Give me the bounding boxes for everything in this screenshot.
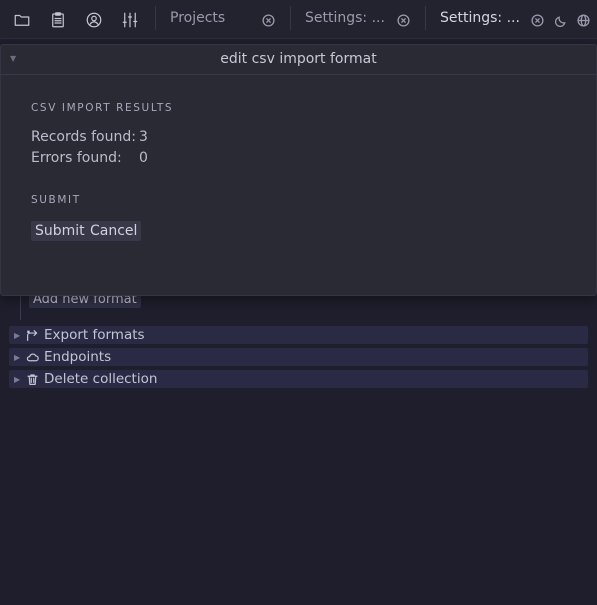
tab-projects-close-icon[interactable] [262,12,275,27]
toolbar-divider [155,6,156,30]
cloud-icon [26,350,40,364]
trash-icon [26,372,40,386]
globe-icon[interactable] [577,12,590,27]
modal-title: edit csv import format [220,51,377,67]
edit-csv-import-modal: ▼ edit csv import format CSV IMPORT RESU… [0,44,597,296]
clipboard-icon[interactable] [48,10,68,30]
section-delete-collection[interactable]: ▶ Delete collection [9,370,588,388]
folder-icon[interactable] [12,10,32,30]
submit-button[interactable]: Submit [31,221,89,241]
cancel-button[interactable]: Cancel [86,221,142,241]
close-circle-icon[interactable] [531,12,544,27]
tab-settings-1-close-icon[interactable] [397,12,410,27]
caret-right-icon: ▶ [14,330,21,340]
sliders-icon[interactable] [120,10,140,30]
section-label: Delete collection [44,371,158,387]
account-icon[interactable] [84,10,104,30]
csv-import-results-heading: CSV IMPORT RESULTS [31,102,174,114]
section-endpoints[interactable]: ▶ Endpoints [9,348,588,366]
modal-header[interactable]: ▼ edit csv import format [1,45,596,75]
records-found-label: Records found: [31,129,136,145]
tab-divider [425,6,426,30]
tab-settings-1[interactable]: Settings: ... [305,10,385,26]
tab-projects[interactable]: Projects [170,10,225,26]
submit-heading: SUBMIT [31,194,81,206]
section-label: Endpoints [44,349,112,365]
moon-icon[interactable] [554,12,568,28]
caret-right-icon: ▶ [14,352,21,362]
tab-divider [290,6,291,30]
errors-found-label: Errors found: [31,150,122,166]
top-toolbar: Projects Settings: ... Settings: ... [0,0,597,39]
tab-settings-2[interactable]: Settings: ... [440,10,520,26]
errors-found-value: 0 [139,150,148,166]
records-found-value: 3 [139,129,148,145]
caret-right-icon: ▶ [14,374,21,384]
section-export-formats[interactable]: ▶ Export formats [9,326,588,344]
section-label: Export formats [44,327,145,343]
share-icon [26,328,40,342]
